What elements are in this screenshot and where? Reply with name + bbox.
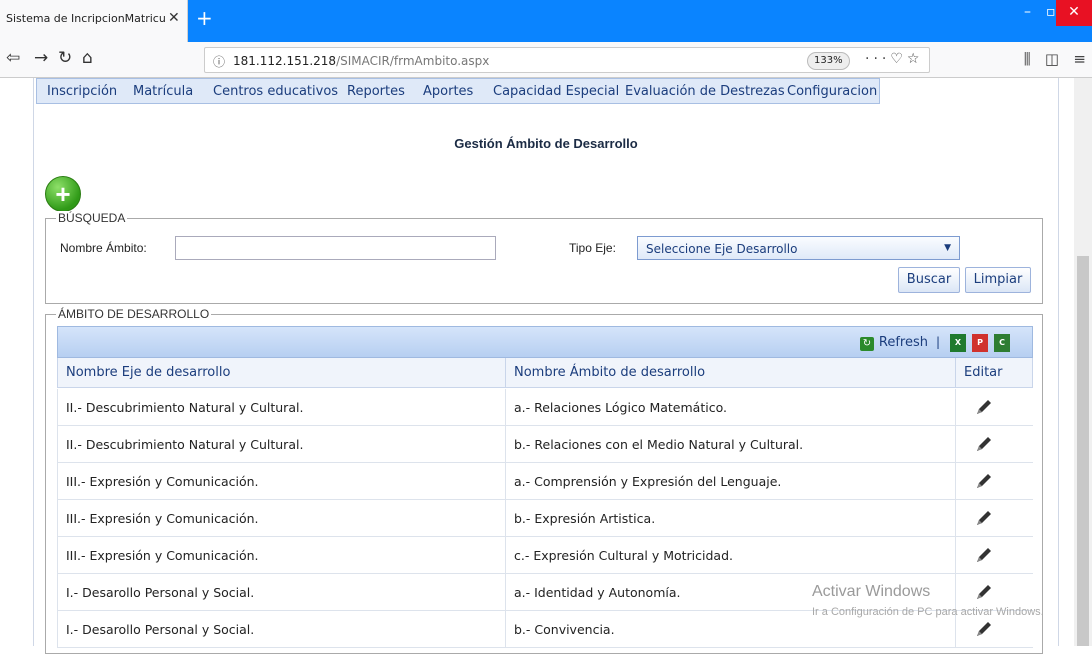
new-tab-button[interactable]: +: [196, 6, 213, 30]
menu-item-aportes[interactable]: Aportes: [423, 84, 473, 99]
cell-eje: I.- Desarollo Personal y Social.: [57, 574, 505, 611]
url-bar[interactable]: ⓘ 181.112.151.218/SIMACIR/frmAmbito.aspx…: [204, 47, 930, 73]
browser-nav-bar: ⇦ → ↻ ⌂ ⓘ 181.112.151.218/SIMACIR/frmAmb…: [0, 42, 1092, 78]
cell-ambito: c.- Expresión Cultural y Motricidad.: [505, 537, 955, 574]
info-icon[interactable]: ⓘ: [213, 53, 225, 70]
browser-tab[interactable]: Sistema de IncripcionMatriculación ✕: [0, 0, 188, 42]
tipo-eje-selected: Seleccione Eje Desarrollo: [646, 242, 798, 256]
library-icon[interactable]: ⫼: [1024, 50, 1031, 68]
cell-eje: III.- Expresión y Comunicación.: [57, 537, 505, 574]
back-icon[interactable]: ⇦: [6, 48, 20, 68]
menu-item-reportes[interactable]: Reportes: [347, 84, 405, 99]
tab-close-icon[interactable]: ✕: [168, 10, 180, 26]
url-host: 181.112.151.218: [233, 54, 337, 68]
column-header-eje[interactable]: Nombre Eje de desarrollo: [57, 358, 505, 388]
page-content: Inscripción Matrícula Centros educativos…: [0, 78, 1092, 654]
pocket-icon[interactable]: ♡: [890, 51, 907, 67]
menu-item-capacidad-especial[interactable]: Capacidad Especial: [493, 84, 619, 99]
more-actions-icon[interactable]: ···: [865, 51, 890, 67]
toolbar-separator: |: [935, 335, 940, 349]
table-row[interactable]: II.- Descubrimiento Natural y Cultural. a…: [57, 389, 1033, 426]
bookmark-star-icon[interactable]: ☆: [907, 51, 924, 67]
edit-pencil-icon[interactable]: [974, 434, 994, 454]
column-header-editar: Editar: [955, 358, 1033, 388]
edit-pencil-icon[interactable]: [974, 508, 994, 528]
grid-toolbar: ↻ Refresh | X P C: [57, 326, 1033, 358]
url-text: 181.112.151.218/SIMACIR/frmAmbito.aspx: [233, 54, 489, 68]
cell-editar: [955, 426, 1033, 463]
maximize-icon[interactable]: ▫: [1046, 4, 1056, 20]
edit-pencil-icon[interactable]: [974, 545, 994, 565]
page-actions: ···♡☆: [865, 51, 923, 67]
sidebar-icon[interactable]: ◫: [1045, 50, 1059, 68]
cell-editar: [955, 463, 1033, 500]
export-excel-icon[interactable]: X: [950, 334, 966, 352]
chevron-down-icon: ▼: [944, 243, 951, 253]
menu-item-configuracion[interactable]: Configuracion: [787, 84, 877, 99]
nombre-ambito-label: Nombre Ámbito:: [60, 241, 147, 255]
limpiar-button[interactable]: Limpiar: [965, 267, 1031, 293]
zoom-badge[interactable]: 133%: [807, 52, 850, 70]
activation-watermark-title: Activar Windows: [812, 583, 931, 600]
search-fieldset: BÚSQUEDA Nombre Ámbito: Tipo Eje: Selecc…: [45, 211, 1043, 304]
export-pdf-icon[interactable]: P: [972, 334, 988, 352]
page-left-border: [33, 78, 34, 646]
cell-editar: [955, 537, 1033, 574]
scrollbar-thumb[interactable]: [1077, 256, 1089, 646]
edit-pencil-icon[interactable]: [974, 619, 994, 639]
menu-item-matricula[interactable]: Matrícula: [133, 84, 193, 99]
add-button[interactable]: +: [45, 176, 81, 212]
url-path: /SIMACIR/frmAmbito.aspx: [336, 54, 490, 68]
minimize-icon[interactable]: –: [1024, 4, 1031, 20]
cell-ambito: b.- Expresión Artistica.: [505, 500, 955, 537]
cell-ambito: a.- Relaciones Lógico Matemático.: [505, 389, 955, 426]
browser-tab-bar: Sistema de IncripcionMatriculación ✕ + –…: [0, 0, 1092, 42]
cell-editar: [955, 500, 1033, 537]
window-close-icon[interactable]: ✕: [1056, 0, 1092, 26]
column-header-ambito[interactable]: Nombre Ámbito de desarrollo: [505, 358, 955, 388]
menu-icon[interactable]: ≡: [1073, 50, 1086, 68]
cell-eje: II.- Descubrimiento Natural y Cultural.: [57, 389, 505, 426]
activation-watermark-text: Ir a Configuración de PC para activar Wi…: [812, 606, 1044, 618]
table-row[interactable]: III.- Expresión y Comunicación. a.- Compr…: [57, 463, 1033, 500]
cell-eje: III.- Expresión y Comunicación.: [57, 463, 505, 500]
cell-ambito: a.- Comprensión y Expresión del Lenguaje…: [505, 463, 955, 500]
cell-editar: [955, 389, 1033, 426]
refresh-button[interactable]: ↻ Refresh: [859, 335, 928, 351]
table-row[interactable]: III.- Expresión y Comunicación. b.- Expre…: [57, 500, 1033, 537]
edit-pencil-icon[interactable]: [974, 582, 994, 602]
menu-item-evaluacion-destrezas[interactable]: Evaluación de Destrezas: [625, 84, 785, 99]
nombre-ambito-input[interactable]: [175, 236, 496, 260]
tipo-eje-label: Tipo Eje:: [569, 241, 616, 255]
page-title: Gestión Ámbito de Desarrollo: [454, 136, 638, 151]
results-legend: ÁMBITO DE DESARROLLO: [56, 307, 212, 321]
buscar-button[interactable]: Buscar: [898, 267, 960, 293]
tab-title: Sistema de IncripcionMatriculación: [6, 12, 166, 25]
main-menu: Inscripción Matrícula Centros educativos…: [36, 78, 880, 104]
tipo-eje-select[interactable]: Seleccione Eje Desarrollo ▼: [637, 236, 960, 260]
edit-pencil-icon[interactable]: [974, 471, 994, 491]
page-right-border: [1058, 78, 1059, 646]
cell-ambito: b.- Relaciones con el Medio Natural y Cu…: [505, 426, 955, 463]
menu-item-centros-educativos[interactable]: Centros educativos: [213, 84, 338, 99]
menu-item-inscripcion[interactable]: Inscripción: [47, 84, 117, 99]
search-legend: BÚSQUEDA: [56, 211, 128, 225]
cell-eje: I.- Desarollo Personal y Social.: [57, 611, 505, 648]
table-row[interactable]: III.- Expresión y Comunicación. c.- Expre…: [57, 537, 1033, 574]
reload-icon[interactable]: ↻: [58, 48, 72, 68]
export-csv-icon[interactable]: C: [994, 334, 1010, 352]
table-row[interactable]: II.- Descubrimiento Natural y Cultural. b…: [57, 426, 1033, 463]
cell-eje: III.- Expresión y Comunicación.: [57, 500, 505, 537]
edit-pencil-icon[interactable]: [974, 397, 994, 417]
home-icon[interactable]: ⌂: [82, 48, 93, 68]
refresh-label: Refresh: [878, 335, 928, 350]
refresh-icon: ↻: [859, 337, 874, 351]
cell-eje: II.- Descubrimiento Natural y Cultural.: [57, 426, 505, 463]
forward-icon[interactable]: →: [34, 48, 48, 68]
toolbar-icons: ⫼ ◫ ≡: [1024, 50, 1086, 68]
